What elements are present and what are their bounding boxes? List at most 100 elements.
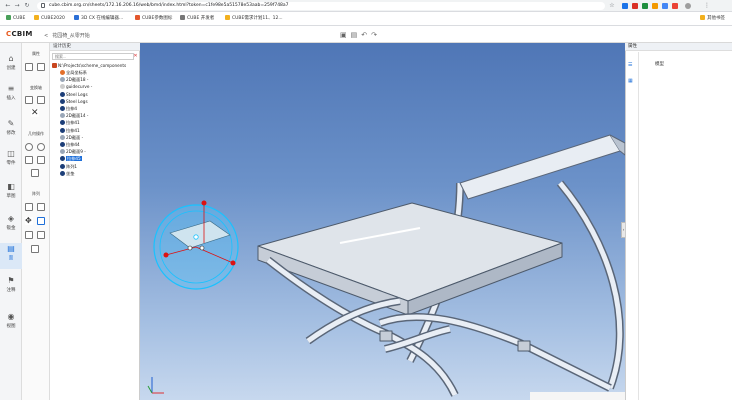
bookmarks-bar: CUBE CUBE2020 3D CX 在线编辑器... CUBE参数图标 CU… bbox=[0, 12, 732, 26]
breadcrumb[interactable]: < 花园椅_从零开始 bbox=[44, 32, 90, 39]
forward-icon[interactable]: → bbox=[13, 2, 21, 10]
mirror-icon[interactable] bbox=[25, 203, 33, 211]
rail-view[interactable]: ◉ 视图 bbox=[0, 311, 22, 337]
chamfer-icon[interactable] bbox=[37, 143, 45, 151]
feature-icon bbox=[60, 127, 65, 133]
app-logo[interactable]: CCBIM bbox=[6, 30, 33, 38]
bookmark-item[interactable]: CUBE 开发者 bbox=[180, 15, 214, 23]
feature-icon bbox=[60, 77, 65, 83]
back-chevron-icon[interactable]: < bbox=[44, 33, 48, 39]
feature-icon bbox=[60, 149, 65, 155]
axis-triad bbox=[147, 377, 164, 394]
back-icon[interactable]: ← bbox=[4, 2, 12, 10]
tree-item[interactable]: 2D截面 - bbox=[60, 134, 83, 141]
star-icon[interactable]: ☆ bbox=[608, 2, 616, 10]
properties-subtitle: 模型 bbox=[655, 62, 664, 67]
extension-icon[interactable] bbox=[622, 3, 628, 9]
bookmark-item[interactable]: 3D CX 在线编辑器... bbox=[74, 15, 123, 23]
feature-icon bbox=[60, 142, 65, 147]
grid-icon[interactable] bbox=[37, 63, 45, 71]
rotate-gizmo[interactable] bbox=[153, 200, 239, 290]
extension-icon[interactable] bbox=[642, 3, 648, 9]
trash-icon[interactable] bbox=[37, 231, 45, 239]
bookmark-item[interactable]: CUBE需求计划11、12... bbox=[225, 15, 283, 23]
tree-item[interactable]: 拉伸41 bbox=[60, 120, 80, 126]
other-bookmarks[interactable]: 其他书签 bbox=[700, 15, 725, 23]
rail-annotate[interactable]: ⚑ 注释 bbox=[0, 275, 22, 301]
rail-sketch[interactable]: ◧ 草图 bbox=[0, 181, 22, 207]
bookmark-item[interactable]: CUBE bbox=[6, 15, 25, 23]
tool-group-label: 属性 bbox=[32, 51, 40, 56]
close-icon[interactable]: ✕ bbox=[132, 53, 139, 60]
tree-root[interactable]: N:\Projects\scheme_components bbox=[52, 63, 126, 69]
properties-panel bbox=[625, 43, 732, 400]
save-icon[interactable]: ▣ bbox=[340, 31, 351, 39]
status-bar bbox=[530, 392, 625, 400]
paste-icon[interactable] bbox=[37, 96, 45, 104]
feature-icon bbox=[60, 156, 65, 162]
tree-item[interactable]: 拉伸41 bbox=[60, 127, 80, 134]
feature-icon bbox=[60, 70, 65, 75]
align-icon[interactable] bbox=[37, 217, 45, 225]
header-tools: ▣▤↶↷ bbox=[340, 31, 381, 39]
measure-icon[interactable] bbox=[31, 245, 39, 253]
bookmark-item[interactable]: CUBE2020 bbox=[34, 15, 65, 23]
profile-avatar[interactable] bbox=[685, 3, 691, 9]
chair-model[interactable] bbox=[257, 134, 626, 397]
undo-icon[interactable]: ↶ bbox=[361, 31, 371, 39]
rail-insert[interactable]: ≡ 插入 bbox=[0, 83, 22, 109]
assembly-icon bbox=[52, 63, 57, 68]
draft-icon[interactable] bbox=[31, 169, 39, 177]
history-tree-panel: 设计历史 ✕ N:\Projects\scheme_components 全局坐… bbox=[50, 43, 140, 400]
tree-item[interactable]: 坐垫 bbox=[60, 170, 74, 177]
feature-icon bbox=[60, 113, 65, 119]
bookmark-icon bbox=[135, 15, 140, 20]
url-input[interactable]: cube.cbim.org.cn/sheets/172.16.206.16/we… bbox=[37, 2, 605, 10]
rail-surface[interactable]: ▤ 面 bbox=[0, 243, 22, 269]
tree-item[interactable]: 全局坐标系 bbox=[60, 70, 87, 76]
tree-item[interactable]: 拉伸45 bbox=[60, 156, 82, 162]
tree-search-input[interactable] bbox=[52, 53, 134, 60]
table-icon[interactable] bbox=[25, 63, 33, 71]
tree-item[interactable]: 2D截面9 - bbox=[60, 149, 86, 155]
tree-item[interactable]: guidecurve - bbox=[60, 84, 92, 90]
rail-modify[interactable]: ✎ 修改 bbox=[0, 118, 22, 144]
rail-sheetmetal[interactable]: ◈ 钣金 bbox=[0, 213, 22, 239]
tree-item[interactable]: 阵列1 bbox=[60, 163, 77, 170]
boolean-icon[interactable] bbox=[37, 156, 45, 164]
sheetmetal-icon: ◈ bbox=[7, 214, 15, 223]
extension-icon[interactable] bbox=[662, 3, 668, 9]
delete-icon[interactable]: ✕ bbox=[31, 109, 39, 118]
menu-icon[interactable]: ⋮ bbox=[703, 2, 711, 10]
shell-icon[interactable] bbox=[25, 156, 33, 164]
tree-title: 设计历史 bbox=[50, 43, 140, 51]
tree-item[interactable]: 拉伸4 bbox=[60, 106, 77, 112]
move-icon[interactable]: ✥ bbox=[25, 217, 33, 225]
tree-item[interactable]: Steel Legs bbox=[60, 98, 88, 105]
tree-item[interactable]: 拉伸44 bbox=[60, 142, 80, 148]
properties-tab-icon[interactable]: ☰ bbox=[628, 62, 632, 68]
layers-tab-icon[interactable]: ▦ bbox=[628, 78, 633, 84]
tree-item[interactable]: 2D截面18 - bbox=[60, 77, 88, 83]
copy-icon[interactable] bbox=[25, 96, 33, 104]
fillet-icon[interactable] bbox=[25, 143, 33, 151]
extension-icon[interactable] bbox=[672, 3, 678, 9]
reload-icon[interactable]: ↻ bbox=[23, 2, 31, 10]
feature-icon bbox=[60, 106, 65, 111]
rail-part[interactable]: ◫ 零件 bbox=[0, 148, 22, 174]
model-canvas[interactable] bbox=[140, 43, 626, 400]
redo-icon[interactable]: ↷ bbox=[371, 31, 381, 39]
3d-viewport[interactable] bbox=[140, 43, 626, 400]
bookmark-item[interactable]: CUBE参数图标 bbox=[135, 15, 172, 23]
layout-icon[interactable]: ▤ bbox=[351, 31, 362, 39]
scale-icon[interactable] bbox=[25, 231, 33, 239]
extension-icon[interactable] bbox=[632, 3, 638, 9]
folder-icon bbox=[700, 15, 705, 20]
rail-create[interactable]: ⌂ 创建 bbox=[0, 53, 22, 79]
tree-item[interactable]: Steel Legs bbox=[60, 91, 88, 98]
tree-item[interactable]: 2D截面14 - bbox=[60, 113, 88, 119]
pattern-icon[interactable] bbox=[37, 203, 45, 211]
extension-icon[interactable] bbox=[652, 3, 658, 9]
bookmark-icon bbox=[180, 15, 185, 20]
tool-group-label: 阵列 bbox=[32, 191, 40, 196]
